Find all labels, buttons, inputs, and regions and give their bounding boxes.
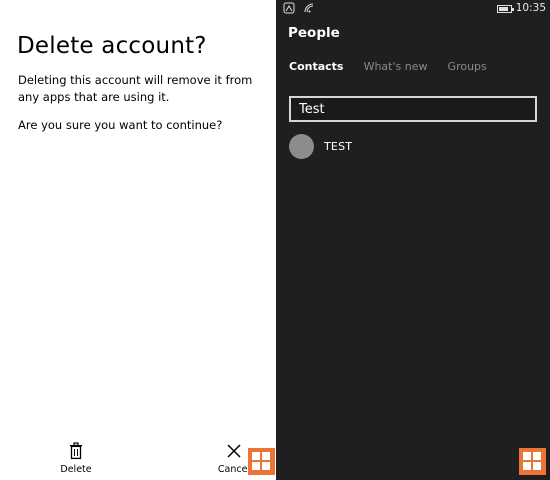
pivot-tabs: Contacts What's new Groups bbox=[289, 55, 502, 74]
tab-contacts[interactable]: Contacts bbox=[289, 60, 343, 73]
delete-account-dialog: Delete account? Deleting this account wi… bbox=[0, 0, 276, 480]
wifi-icon bbox=[304, 3, 314, 13]
dialog-title: Delete account? bbox=[17, 33, 207, 59]
delete-button-label: Delete bbox=[60, 464, 92, 475]
windows-logo-icon bbox=[248, 448, 275, 475]
status-bar: 10:35 bbox=[276, 0, 550, 18]
signal-icon bbox=[283, 2, 295, 14]
delete-button[interactable]: Delete bbox=[46, 442, 106, 475]
trash-icon bbox=[70, 442, 82, 460]
app-title: People bbox=[288, 25, 340, 41]
people-app: 10:35 People Contacts What's new Groups … bbox=[276, 0, 550, 480]
list-item[interactable]: TEST bbox=[289, 134, 509, 160]
dialog-message: Deleting this account will remove it fro… bbox=[18, 73, 253, 104]
status-clock: 10:35 bbox=[515, 2, 546, 14]
battery-icon bbox=[497, 5, 514, 13]
tab-groups[interactable]: Groups bbox=[448, 60, 487, 73]
dialog-question: Are you sure you want to continue? bbox=[18, 118, 223, 132]
tab-whats-new[interactable]: What's new bbox=[364, 60, 428, 73]
avatar bbox=[289, 134, 314, 159]
close-icon bbox=[227, 444, 241, 458]
contact-name: TEST bbox=[324, 140, 353, 153]
windows-logo-icon bbox=[519, 448, 546, 475]
search-input[interactable] bbox=[289, 96, 537, 122]
